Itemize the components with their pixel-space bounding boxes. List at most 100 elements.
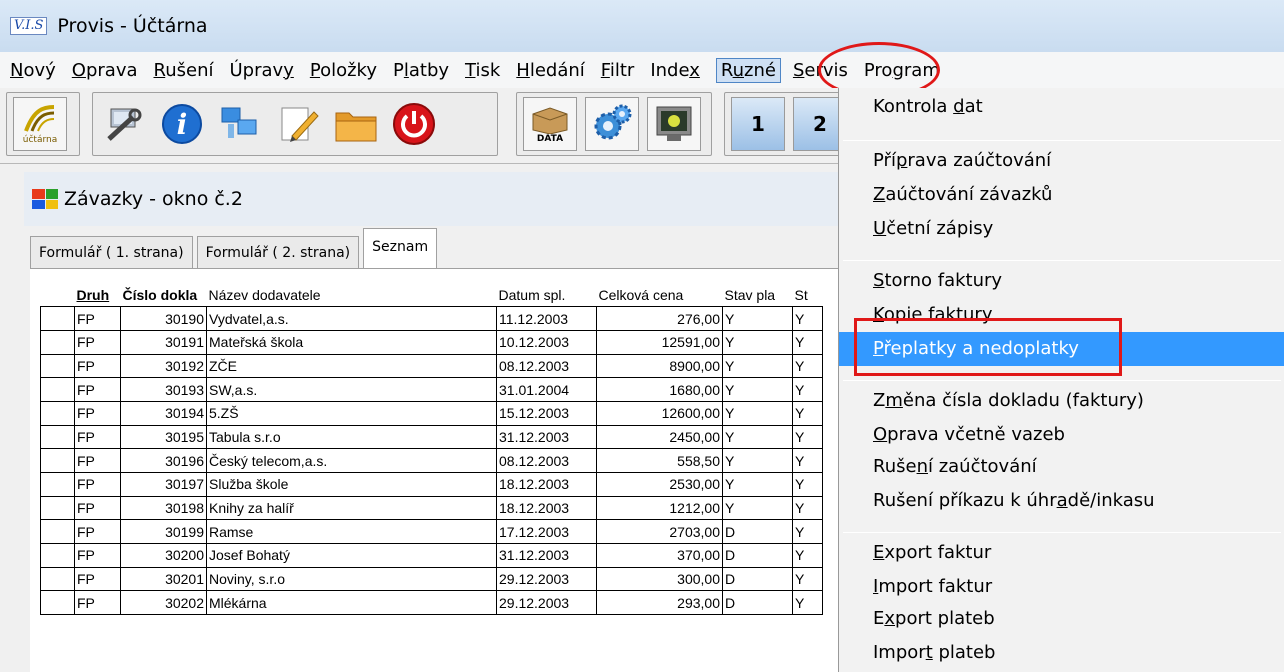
cell-datum[interactable]: 15.12.2003: [496, 400, 597, 426]
cell-druh[interactable]: FP: [74, 329, 121, 355]
cell-druh[interactable]: FP: [74, 377, 121, 402]
tab-form-page-2[interactable]: Formulář ( 2. strana): [196, 236, 360, 268]
menu-ruzne[interactable]: Ruzné: [715, 57, 781, 83]
menu-item-kontrola-dat[interactable]: Kontrola dat: [873, 90, 1283, 124]
menu-item-ucetni-zapisy[interactable]: Učetní zápisy: [873, 212, 1283, 246]
cell-cena[interactable]: 2450,00: [596, 424, 723, 450]
row-selector[interactable]: [40, 495, 75, 521]
table-row[interactable]: FP 30197 Služba škole 18.12.2003 2530,00 Y Y: [40, 472, 823, 497]
tools-button[interactable]: [99, 99, 149, 149]
computers-button[interactable]: [215, 99, 265, 149]
cell-nazev[interactable]: Josef Bohatý: [206, 543, 497, 568]
menu-ruseni[interactable]: Rušení: [154, 60, 214, 81]
cell-cislo[interactable]: 30197: [120, 472, 207, 497]
row-selector[interactable]: [40, 543, 75, 568]
cell-cena[interactable]: 293,00: [596, 590, 723, 616]
cell-nazev[interactable]: Mlékárna: [206, 590, 497, 616]
row-selector[interactable]: [40, 377, 75, 402]
cell-nazev[interactable]: Noviny, s.r.o: [206, 566, 497, 592]
cell-cislo[interactable]: 30201: [120, 566, 207, 592]
cell-st[interactable]: Y: [792, 566, 823, 592]
cell-st[interactable]: Y: [792, 519, 823, 545]
cell-nazev[interactable]: ZČE: [206, 353, 497, 379]
cell-stav[interactable]: Y: [722, 329, 793, 355]
cell-stav[interactable]: Y: [722, 306, 793, 331]
cell-datum[interactable]: 08.12.2003: [496, 448, 597, 473]
cell-druh[interactable]: FP: [74, 590, 121, 616]
cell-druh[interactable]: FP: [74, 424, 121, 450]
grid-header-cena[interactable]: Celková cena: [597, 283, 723, 307]
cell-druh[interactable]: FP: [74, 519, 121, 545]
cell-st[interactable]: Y: [792, 400, 823, 426]
cell-st[interactable]: Y: [792, 472, 823, 497]
table-row[interactable]: FP 30199 Ramse 17.12.2003 2703,00 D Y: [40, 519, 823, 545]
tab-form-page-1[interactable]: Formulář ( 1. strana): [30, 236, 193, 268]
cell-cena[interactable]: 2703,00: [596, 519, 723, 545]
cell-cislo[interactable]: 30198: [120, 495, 207, 521]
data-button[interactable]: DATA: [523, 97, 577, 151]
menu-upravy[interactable]: Úpravy: [230, 60, 294, 81]
monitor-button[interactable]: [647, 97, 701, 151]
table-row[interactable]: FP 30200 Josef Bohatý 31.12.2003 370,00 D Y: [40, 543, 823, 568]
cell-cena[interactable]: 8900,00: [596, 353, 723, 379]
cell-cislo[interactable]: 30192: [120, 353, 207, 379]
cell-st[interactable]: Y: [792, 329, 823, 355]
cell-cislo[interactable]: 30195: [120, 424, 207, 450]
table-row[interactable]: FP 30195 Tabula s.r.o 31.12.2003 2450,00 Y Y: [40, 424, 823, 450]
cell-datum[interactable]: 31.12.2003: [496, 424, 597, 450]
cell-stav[interactable]: D: [722, 543, 793, 568]
cell-cislo[interactable]: 30194: [120, 400, 207, 426]
menu-item-storno-faktury[interactable]: Storno faktury: [873, 264, 1283, 298]
power-button[interactable]: [389, 99, 439, 149]
cell-cena[interactable]: 1680,00: [596, 377, 723, 402]
cell-stav[interactable]: Y: [722, 495, 793, 521]
cell-datum[interactable]: 18.12.2003: [496, 495, 597, 521]
table-row[interactable]: FP 30194 5.ZŠ 15.12.2003 12600,00 Y Y: [40, 400, 823, 426]
cell-cislo[interactable]: 30199: [120, 519, 207, 545]
cell-st[interactable]: Y: [792, 448, 823, 473]
cell-druh[interactable]: FP: [74, 353, 121, 379]
cell-stav[interactable]: Y: [722, 448, 793, 473]
cell-stav[interactable]: D: [722, 519, 793, 545]
cell-cislo[interactable]: 30202: [120, 590, 207, 616]
cell-st[interactable]: Y: [792, 590, 823, 616]
cell-datum[interactable]: 17.12.2003: [496, 519, 597, 545]
cell-nazev[interactable]: 5.ZŠ: [206, 400, 497, 426]
row-selector[interactable]: [40, 400, 75, 426]
cell-datum[interactable]: 31.12.2003: [496, 543, 597, 568]
cell-st[interactable]: Y: [792, 377, 823, 402]
table-row[interactable]: FP 30201 Noviny, s.r.o 29.12.2003 300,00 D Y: [40, 566, 823, 592]
ucetni-logo-button[interactable]: účtárna: [13, 97, 67, 151]
edit-button[interactable]: [273, 99, 323, 149]
cell-stav[interactable]: D: [722, 590, 793, 616]
cell-st[interactable]: Y: [792, 495, 823, 521]
row-selector[interactable]: [40, 519, 75, 545]
row-selector[interactable]: [40, 424, 75, 450]
menu-item-export-faktur[interactable]: Export faktur: [873, 536, 1283, 570]
cell-stav[interactable]: Y: [722, 353, 793, 379]
cell-cena[interactable]: 2530,00: [596, 472, 723, 497]
cell-druh[interactable]: FP: [74, 472, 121, 497]
cell-stav[interactable]: Y: [722, 400, 793, 426]
cell-druh[interactable]: FP: [74, 495, 121, 521]
cell-datum[interactable]: 31.01.2004: [496, 377, 597, 402]
cell-stav[interactable]: D: [722, 566, 793, 592]
row-selector[interactable]: [40, 448, 75, 473]
folder-button[interactable]: [331, 99, 381, 149]
cell-cena[interactable]: 12600,00: [596, 400, 723, 426]
cell-stav[interactable]: Y: [722, 377, 793, 402]
cell-nazev[interactable]: Český telecom,a.s.: [206, 448, 497, 473]
grid-header-nazev[interactable]: Název dodavatele: [207, 283, 497, 307]
cell-stav[interactable]: Y: [722, 424, 793, 450]
grid-header-druh[interactable]: Druh: [75, 283, 121, 307]
cell-st[interactable]: Y: [792, 306, 823, 331]
row-selector[interactable]: [40, 306, 75, 331]
cell-nazev[interactable]: Mateřská škola: [206, 329, 497, 355]
table-row[interactable]: FP 30198 Knihy za halíř 18.12.2003 1212,00 Y Y: [40, 495, 823, 521]
cell-druh[interactable]: FP: [74, 566, 121, 592]
cell-cena[interactable]: 370,00: [596, 543, 723, 568]
cell-st[interactable]: Y: [792, 424, 823, 450]
menu-polozky[interactable]: Položky: [310, 60, 377, 81]
menu-hledani[interactable]: Hledání: [516, 60, 585, 81]
menu-filtr[interactable]: Filtr: [601, 60, 635, 81]
